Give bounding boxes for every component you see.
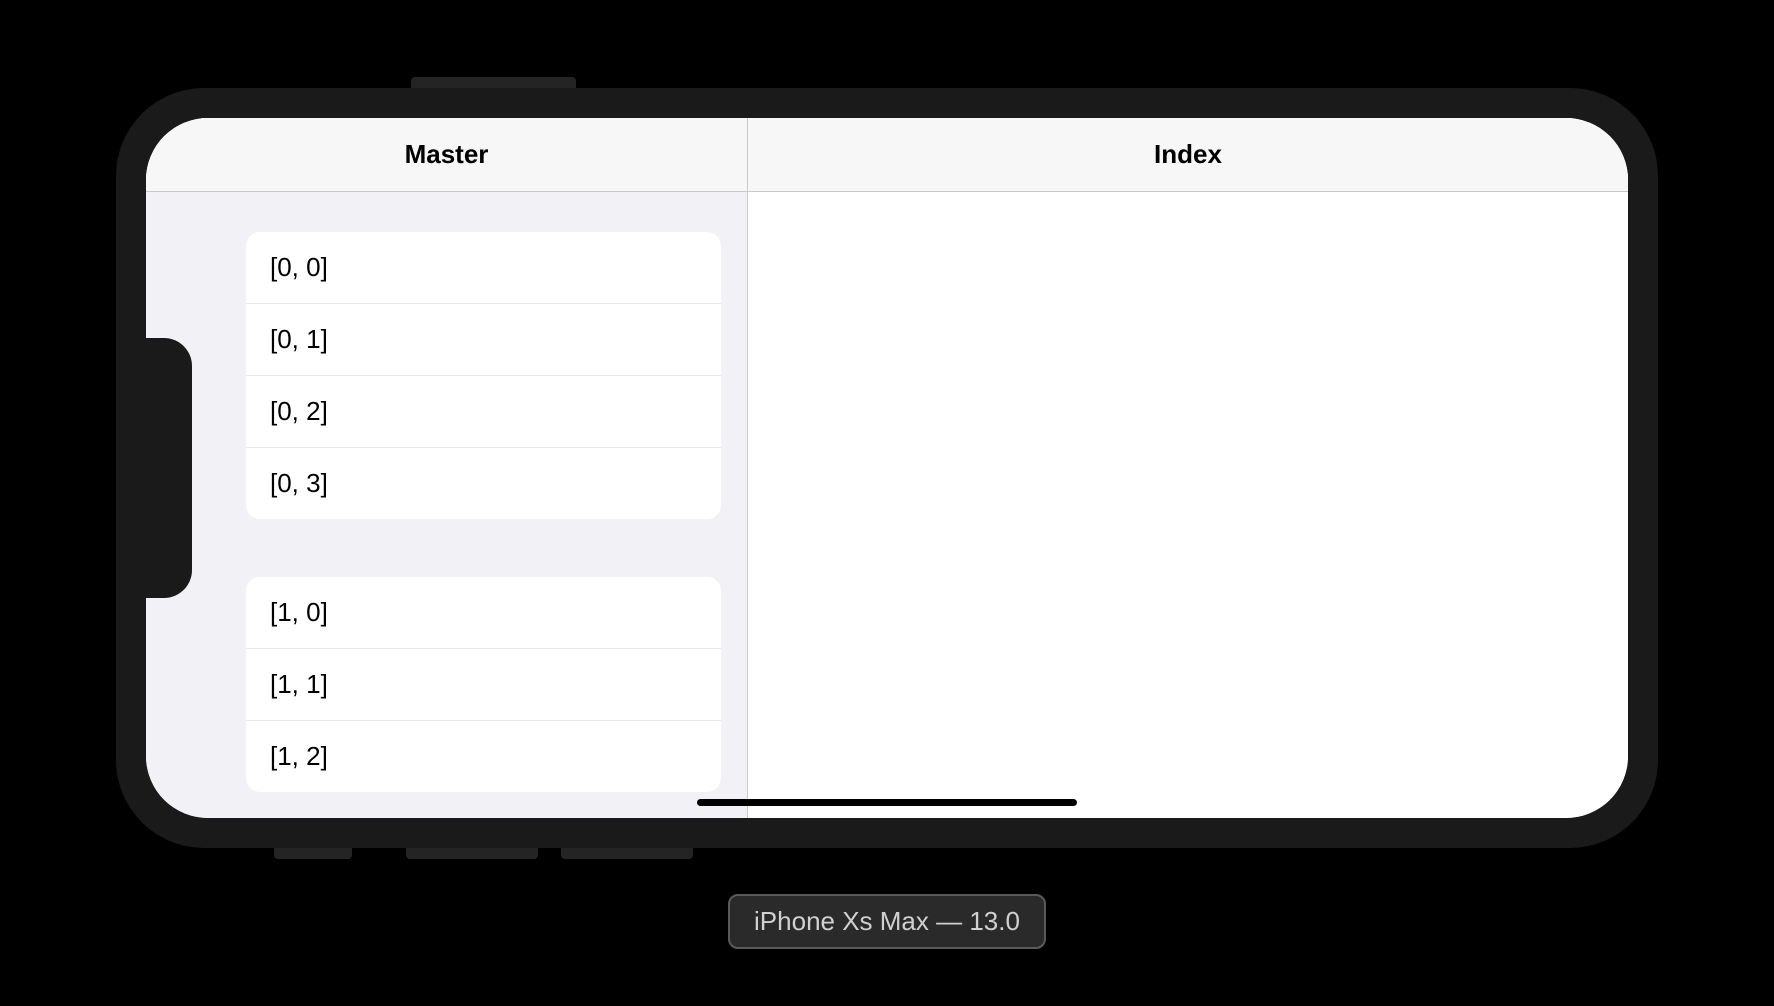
table-row[interactable]: [0, 3] (246, 448, 721, 519)
side-button-vol-down (561, 848, 693, 859)
table-section-1: [1, 0] [1, 1] [1, 2] (246, 577, 721, 792)
device-label: iPhone Xs Max — 13.0 (728, 894, 1046, 949)
device-screen: Master [0, 0] [0, 1] [0, 2] [0, 3] [1, 0… (146, 118, 1628, 818)
side-button-top (411, 77, 576, 88)
table-row[interactable]: [1, 0] (246, 577, 721, 649)
master-table[interactable]: [0, 0] [0, 1] [0, 2] [0, 3] [1, 0] [1, 1… (146, 192, 747, 818)
table-row[interactable]: [0, 0] (246, 232, 721, 304)
device-frame: Master [0, 0] [0, 1] [0, 2] [0, 3] [1, 0… (116, 88, 1658, 848)
detail-navbar: Index (748, 118, 1628, 192)
table-row[interactable]: [1, 1] (246, 649, 721, 721)
side-button-mute (274, 848, 352, 859)
table-section-0: [0, 0] [0, 1] [0, 2] [0, 3] (246, 232, 721, 519)
table-row[interactable]: [1, 2] (246, 721, 721, 792)
detail-panel: Index (748, 118, 1628, 818)
master-title: Master (405, 139, 489, 170)
home-indicator[interactable] (697, 799, 1077, 806)
detail-title: Index (1154, 139, 1222, 170)
table-row[interactable]: [0, 1] (246, 304, 721, 376)
master-navbar: Master (146, 118, 747, 192)
device-notch (146, 338, 192, 598)
side-button-vol-up (406, 848, 538, 859)
master-panel: Master [0, 0] [0, 1] [0, 2] [0, 3] [1, 0… (146, 118, 748, 818)
table-row[interactable]: [0, 2] (246, 376, 721, 448)
